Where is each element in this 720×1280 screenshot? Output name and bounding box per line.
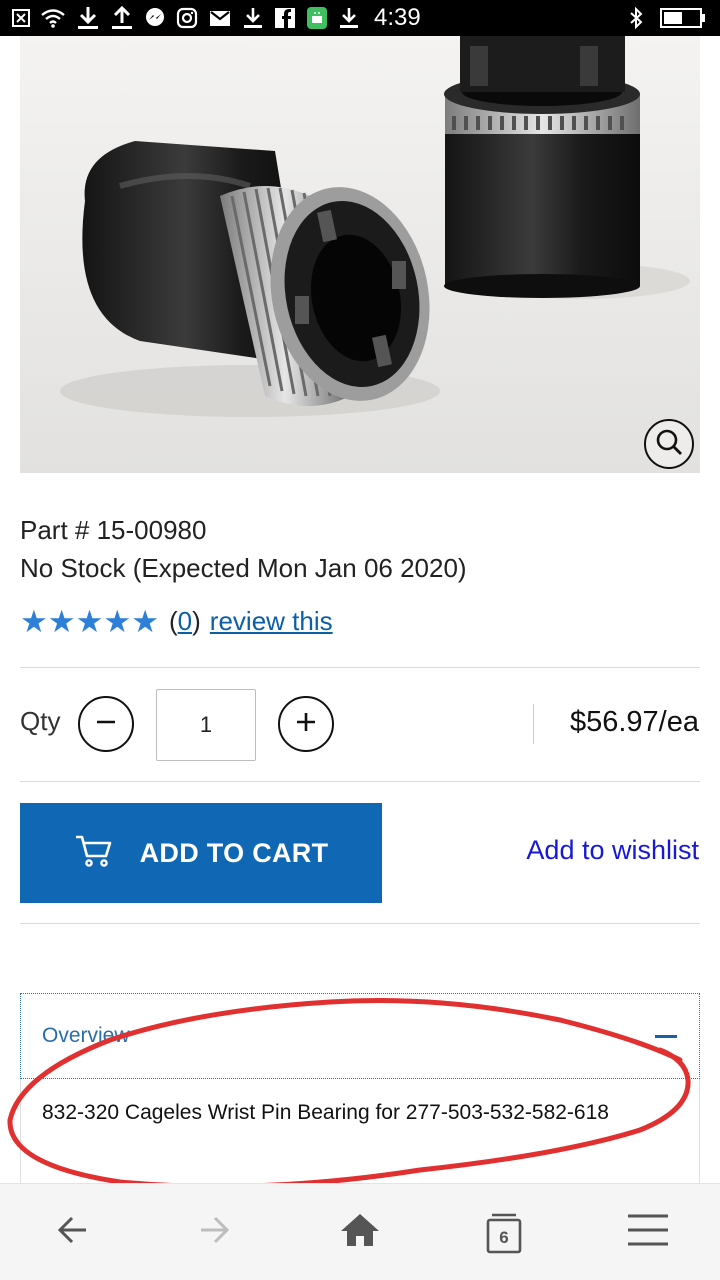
facebook-icon <box>274 7 296 29</box>
review-this-link[interactable]: review this <box>210 606 333 637</box>
download-icon <box>242 6 264 30</box>
price-separator <box>533 704 534 744</box>
gmail-icon <box>208 8 232 28</box>
status-bar: 4:39 <box>0 0 720 36</box>
overview-description: 832-320 Cageles Wrist Pin Bearing for 27… <box>20 1079 700 1183</box>
messenger-icon <box>144 7 166 29</box>
home-icon <box>339 1212 381 1253</box>
wifi-icon <box>40 7 66 29</box>
star-icon: ★ <box>131 603 159 639</box>
divider <box>20 781 700 782</box>
back-button[interactable] <box>22 1184 122 1280</box>
overview-header[interactable]: Overview <box>20 993 700 1079</box>
download-icon <box>338 6 360 30</box>
product-image[interactable] <box>20 36 700 473</box>
add-to-cart-button[interactable]: ADD TO CART <box>20 803 382 903</box>
divider <box>20 923 700 924</box>
plus-icon <box>292 708 320 741</box>
clock: 4:39 <box>374 4 421 31</box>
star-icon: ★ <box>20 603 48 639</box>
browser-bottom-nav: 6 <box>0 1183 720 1280</box>
overview-section: Overview 832-320 Cageles Wrist Pin Beari… <box>20 993 700 1183</box>
forward-arrow-icon <box>197 1214 233 1251</box>
star-icon: ★ <box>75 603 104 639</box>
tabs-icon: 6 <box>486 1213 522 1253</box>
android-icon <box>306 6 328 30</box>
add-to-wishlist-link[interactable]: Add to wishlist <box>526 835 699 866</box>
notification-icons: 4:39 <box>12 4 421 32</box>
part-number: Part # 15-00980 <box>20 515 207 545</box>
upload-icon <box>110 5 134 31</box>
magnifier-icon <box>654 427 684 462</box>
unit-price: $56.97/ea <box>569 706 699 738</box>
add-to-cart-label: ADD TO CART <box>139 837 329 868</box>
close-box-icon <box>12 9 30 27</box>
qty-label: Qty <box>20 706 61 736</box>
collapse-icon[interactable] <box>655 1035 677 1038</box>
tab-count: 6 <box>499 1228 508 1247</box>
star-icon: ★ <box>103 603 132 639</box>
cart-icon <box>74 833 114 874</box>
stock-status: No Stock (Expected Mon Jan 06 2020) <box>20 553 467 583</box>
rating-row: ★ ★ ★ ★ ★ (0) review this <box>20 603 333 639</box>
review-count: (0) <box>168 605 201 636</box>
instagram-icon <box>176 7 198 29</box>
tabs-button[interactable]: 6 <box>454 1184 554 1280</box>
bluetooth-icon <box>628 6 644 30</box>
download-icon <box>76 5 100 31</box>
quantity-input[interactable] <box>156 689 256 761</box>
star-icon: ★ <box>47 603 76 639</box>
review-count-link[interactable]: 0 <box>178 606 192 636</box>
back-arrow-icon <box>54 1214 90 1251</box>
menu-button[interactable] <box>598 1184 698 1280</box>
home-button[interactable] <box>310 1184 410 1280</box>
overview-title: Overview <box>42 1024 130 1047</box>
zoom-button[interactable] <box>644 419 694 469</box>
minus-icon <box>92 708 120 741</box>
menu-icon <box>626 1213 670 1252</box>
forward-button[interactable] <box>165 1184 265 1280</box>
divider <box>20 667 700 668</box>
decrease-qty-button[interactable] <box>78 696 134 752</box>
battery-icon <box>660 7 706 29</box>
increase-qty-button[interactable] <box>278 696 334 752</box>
star-rating: ★ ★ ★ ★ ★ <box>20 606 159 637</box>
bearing-photo <box>20 36 700 473</box>
